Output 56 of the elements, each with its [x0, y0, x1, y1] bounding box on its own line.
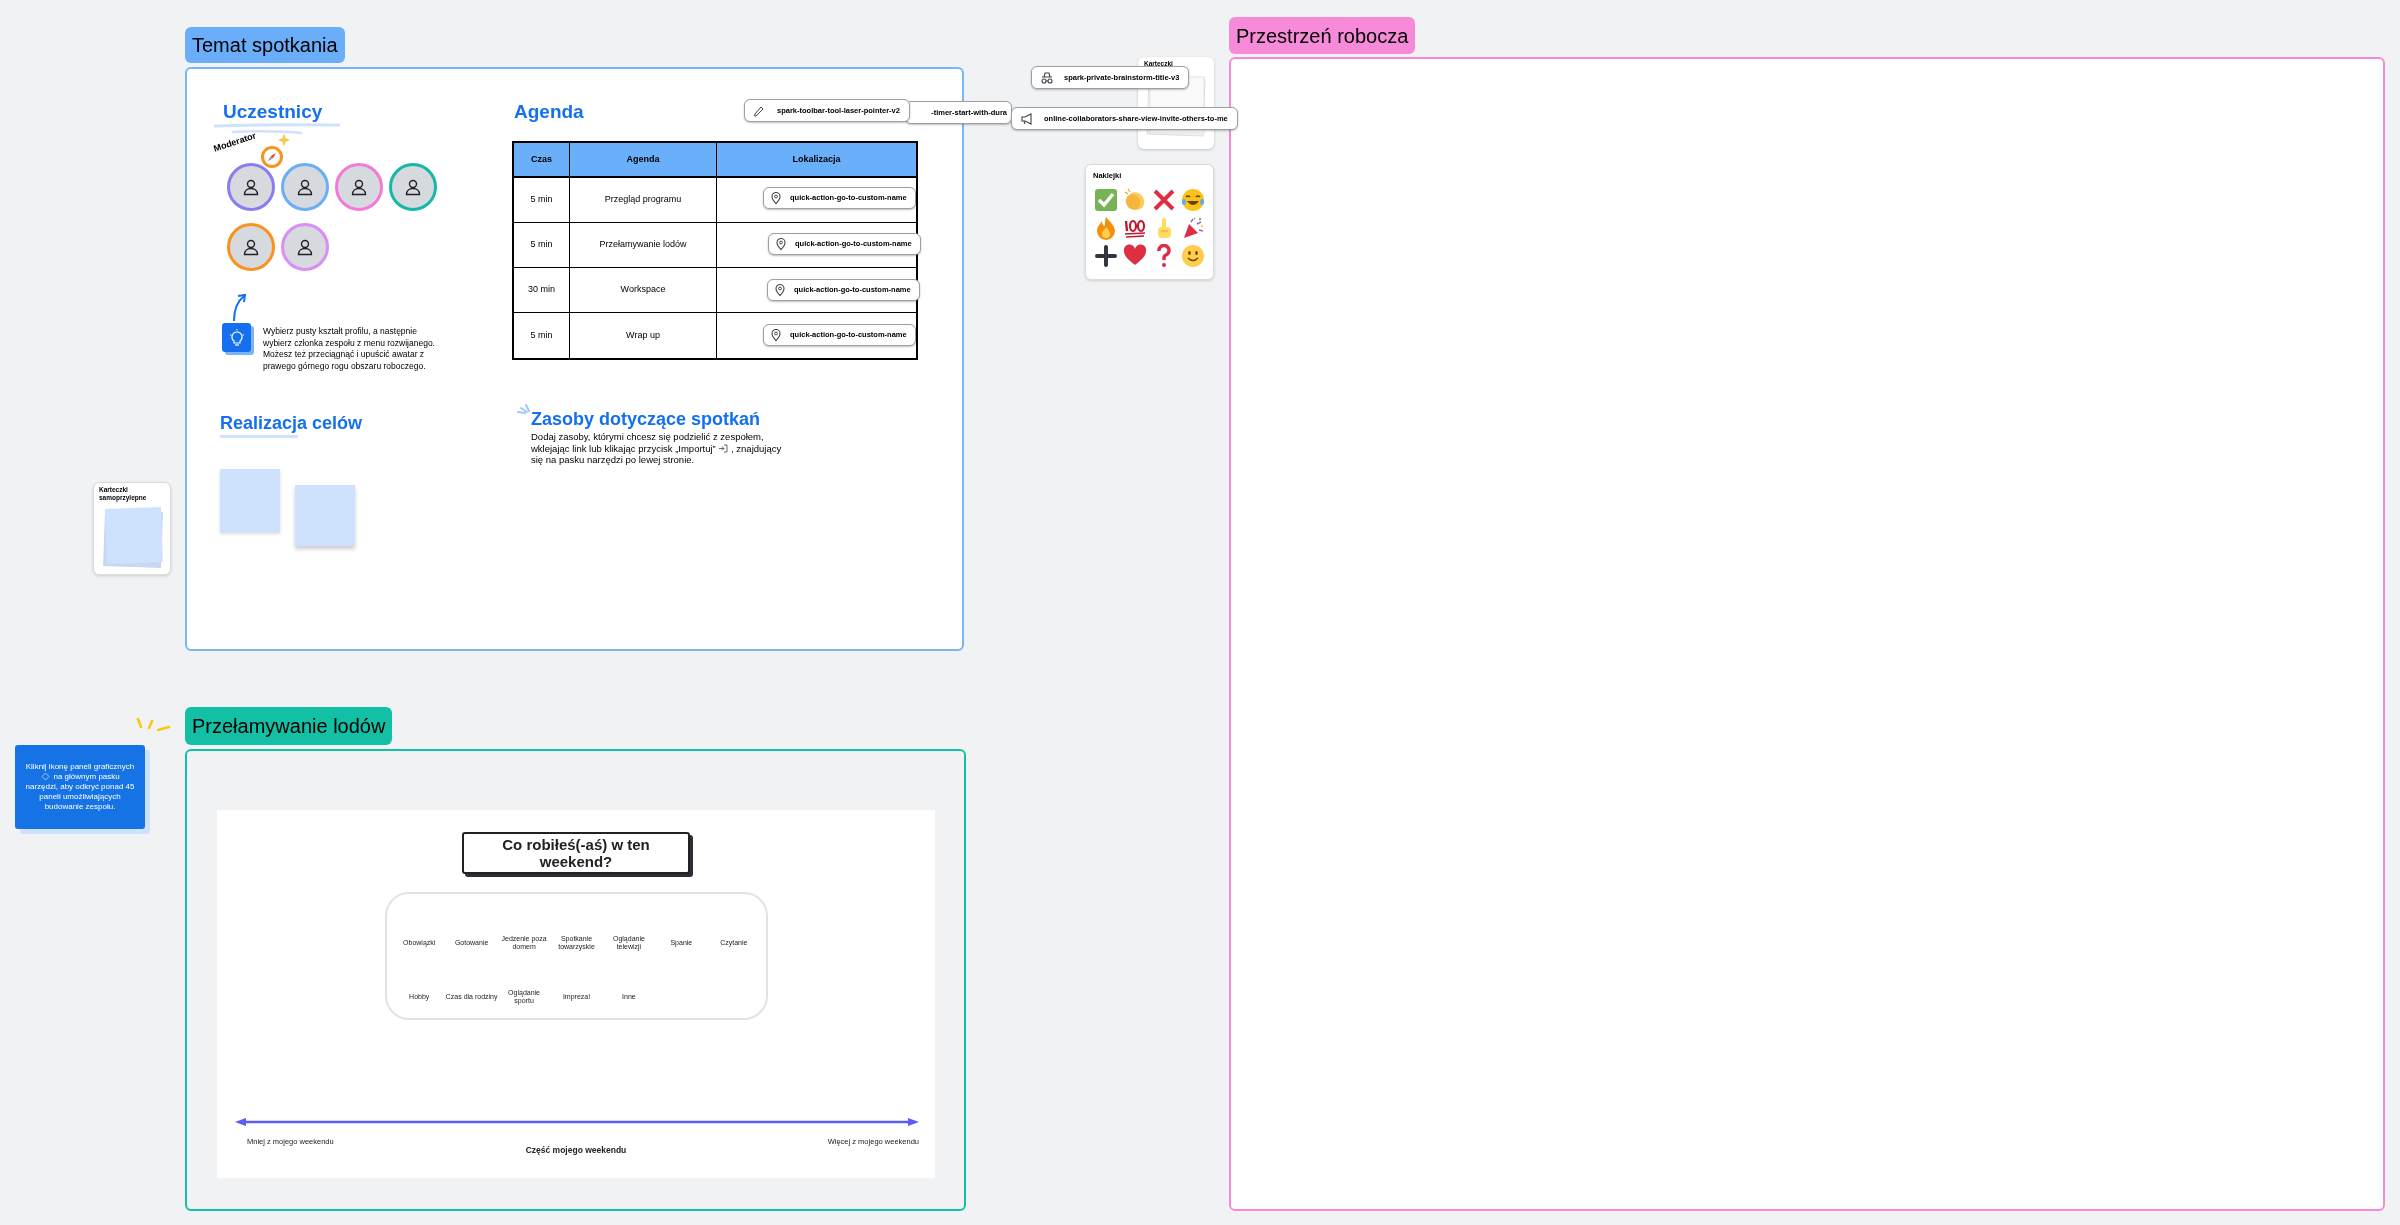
- bulb-glyph-icon: [228, 328, 245, 347]
- table-cell: 5 min: [514, 313, 570, 358]
- table-cell: 5 min: [514, 178, 570, 223]
- table-cell: Przełamywanie lodów: [570, 223, 717, 268]
- panel-icon: [41, 772, 51, 782]
- person-icon: [350, 178, 368, 196]
- avatar[interactable]: [281, 163, 329, 211]
- location-pin-icon: [770, 191, 782, 205]
- column-header: Czas: [514, 143, 570, 178]
- question-card: Co robiłeś(-aś) w ten weekend?: [462, 832, 690, 874]
- hint-text: Wybierz pusty kształt profilu, a następnie wybierz członka zespołu z menu rozwijanego. Możesz też przeciągnąć i upuścić awatar z prawego górnego rogu obszaru roboczego.: [263, 326, 436, 372]
- person-icon: [242, 238, 260, 256]
- frame-label[interactable]: Temat spotkania: [185, 27, 345, 63]
- table-cell: Przegląd programu: [570, 178, 717, 223]
- table-cell: 30 min: [514, 268, 570, 313]
- incognito-icon: [1040, 70, 1054, 85]
- avatar[interactable]: [227, 223, 275, 271]
- frame-label[interactable]: Przestrzeń robocza: [1229, 17, 1416, 54]
- resources-text: Dodaj zasoby, którymi chcesz się podzielić z zespołem, wklejając link lub klikając przycisk „Importuj” , znajdujący się na pasku narzędzi po lewej stronie.: [531, 431, 783, 466]
- table-cell: 5 min: [514, 223, 570, 268]
- avatar[interactable]: [389, 163, 437, 211]
- avatar[interactable]: [227, 163, 275, 211]
- section-heading: Uczestnicy: [223, 100, 323, 124]
- frame-label[interactable]: Przełamywanie lodów: [185, 707, 393, 745]
- location-pin-icon: [774, 283, 786, 297]
- section-heading: Agenda: [514, 100, 584, 124]
- tip-text: Kliknij ikonę paneli graficznych na głównym pasku narzędzi, aby odkryć ponad 45 paneli umożliwiających budowanie zespołu.: [24, 762, 136, 812]
- clapping-hands-icon: [1123, 188, 1147, 212]
- section-heading: Realizacja celów: [220, 413, 363, 433]
- avatar[interactable]: [281, 223, 329, 271]
- smiley-face-icon: [1181, 244, 1205, 268]
- scale-label: Część mojego weekendu: [524, 1144, 628, 1157]
- column-header: Agenda: [570, 143, 717, 178]
- party-popper-icon: [1181, 216, 1205, 240]
- cross-mark-icon: [1152, 188, 1176, 212]
- import-icon: [718, 444, 729, 454]
- curved-arrow-icon: [231, 292, 249, 322]
- location-pin-icon: [770, 328, 782, 342]
- check-mark-icon: [1094, 188, 1118, 212]
- laughing-face-icon: [1181, 188, 1205, 212]
- section-heading: Zasoby dotyczące spotkań: [531, 409, 761, 429]
- megaphone-icon: [1020, 111, 1034, 126]
- heart-icon: [1123, 244, 1147, 268]
- person-icon: [296, 178, 314, 196]
- person-icon: [296, 238, 314, 256]
- table-cell: Workspace: [570, 268, 717, 313]
- compass-icon: [266, 151, 278, 163]
- avatar[interactable]: [335, 163, 383, 211]
- fire-icon: [1094, 216, 1118, 240]
- person-icon: [242, 178, 260, 196]
- table-cell: Wrap up: [570, 313, 717, 358]
- plus-icon: [1094, 244, 1118, 268]
- person-icon: [404, 178, 422, 196]
- sparkle-icon: [278, 133, 290, 147]
- column-header: Lokalizacja: [717, 143, 916, 178]
- location-pin-icon: [775, 237, 787, 251]
